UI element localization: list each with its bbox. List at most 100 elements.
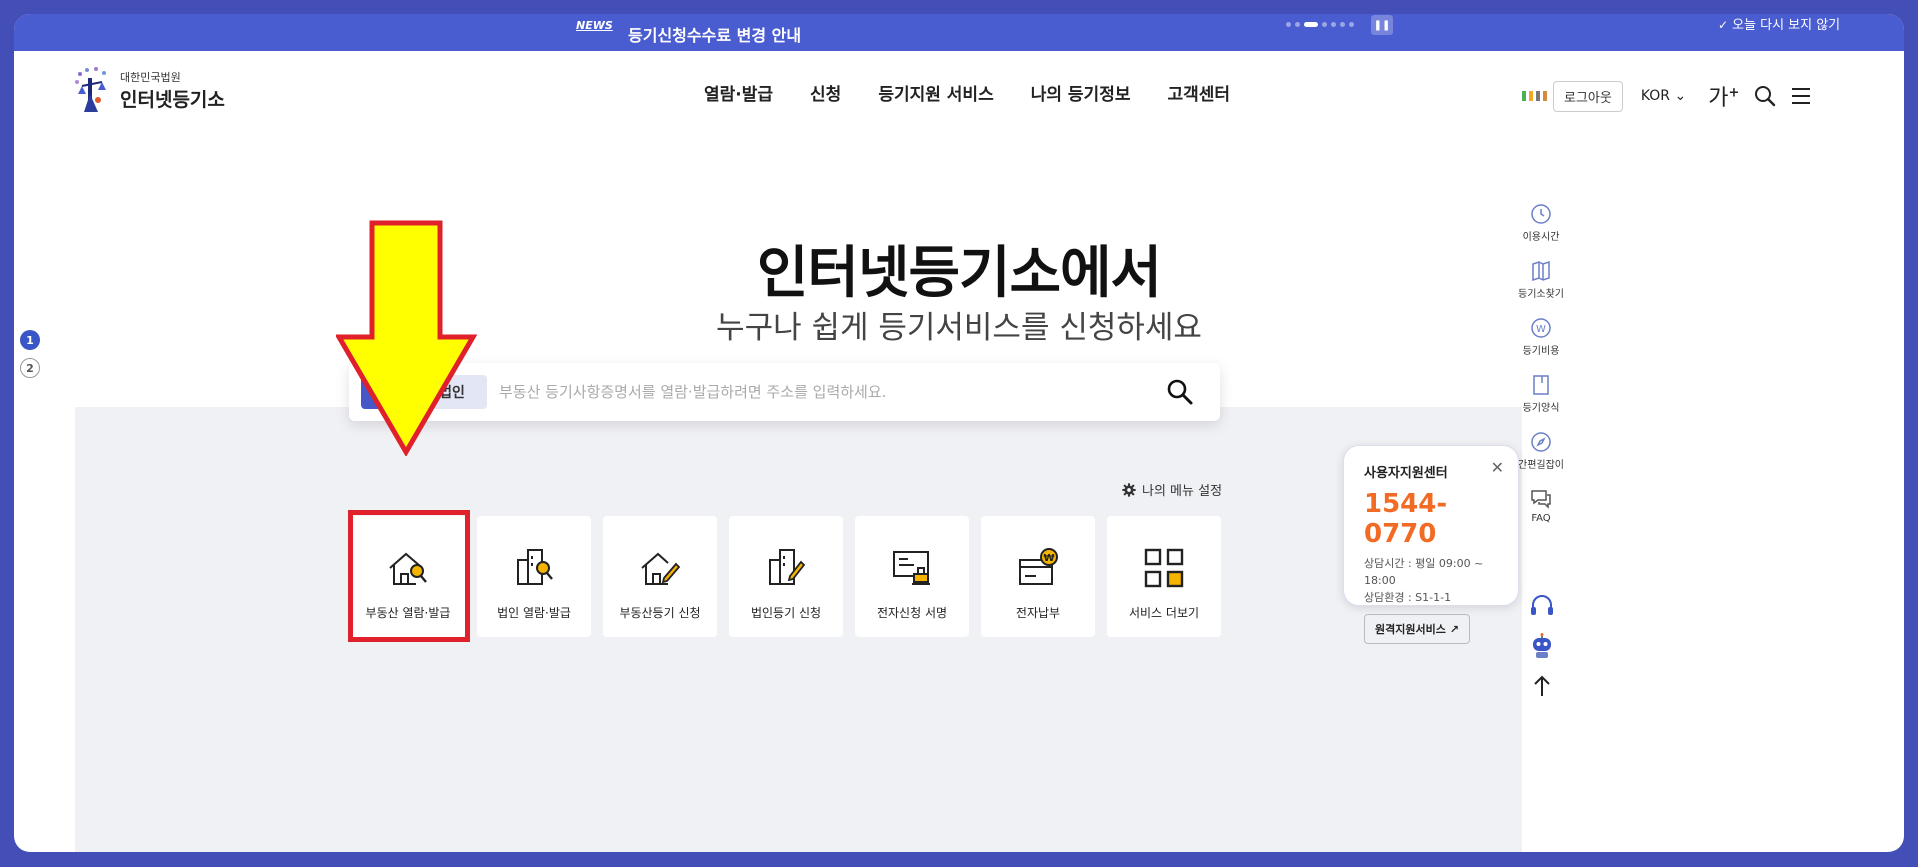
card-corporation-apply[interactable]: 법인등기 신청	[729, 516, 843, 637]
support-hours: 상담시간 : 평일 09:00 ~ 18:00	[1364, 557, 1484, 587]
close-today-button[interactable]: ✓ 오늘 다시 보지 않기	[1718, 14, 1840, 33]
language-label: KOR	[1640, 88, 1671, 104]
highlight-box	[348, 510, 470, 642]
support-env: 상담환경 : S1-1-1	[1364, 591, 1452, 604]
search-submit-icon[interactable]	[1165, 377, 1195, 407]
quick-item-guide[interactable]: 간편길잡이	[1518, 431, 1564, 471]
card-label: 전자신청 서명	[876, 606, 948, 620]
quick-menu: 이용시간 등기소찾기 W 등기비용 등기양식 간편길잡이 FAQ	[1513, 203, 1569, 524]
hamburger-menu-icon[interactable]	[1789, 84, 1813, 108]
news-pagination[interactable]	[1286, 22, 1354, 27]
quick-item-label: 이용시간	[1522, 232, 1560, 243]
building-search-icon	[517, 549, 553, 585]
section-pager: 1 2	[20, 330, 40, 378]
quick-item-label: 등기양식	[1522, 403, 1560, 414]
news-dot[interactable]	[1340, 22, 1345, 27]
site-logo[interactable]: 대한민국법원 인터넷등기소	[72, 64, 225, 116]
card-e-payment[interactable]: ₩ 전자납부	[981, 516, 1095, 637]
logo-text: 대한민국법원 인터넷등기소	[120, 69, 225, 112]
won-coin-icon: W	[1531, 318, 1551, 338]
quick-item-label: 간편길잡이	[1518, 460, 1564, 471]
building-pen-icon	[769, 549, 806, 585]
close-today-label: 오늘 다시 보지 않기	[1732, 18, 1841, 33]
quick-item-find-office[interactable]: 등기소찾기	[1518, 260, 1564, 300]
nav-item-my-info[interactable]: 나의 등기정보	[1031, 80, 1131, 105]
quick-item-label: 등기비용	[1522, 346, 1560, 357]
news-dot[interactable]	[1349, 22, 1354, 27]
news-dot[interactable]	[1322, 22, 1327, 27]
nav-item-support-service[interactable]: 등기지원 서비스	[878, 80, 993, 105]
language-select[interactable]: KOR ⌄	[1641, 88, 1686, 104]
card-corporation-view[interactable]: 법인 열람·발급	[477, 516, 591, 637]
chatbot-robot-icon[interactable]	[1528, 632, 1556, 660]
card-label: 법인 열람·발급	[497, 606, 571, 620]
search-icon[interactable]	[1753, 84, 1777, 108]
pause-button[interactable]: ❚❚	[1371, 15, 1393, 35]
news-dot[interactable]	[1295, 22, 1300, 27]
main-nav: 열람·발급 신청 등기지원 서비스 나의 등기정보 고객센터	[704, 80, 1230, 105]
font-size-plus: +	[1728, 85, 1740, 101]
card-label: 부동산등기 신청	[619, 606, 701, 620]
support-info: 상담시간 : 평일 09:00 ~ 18:00 상담환경 : S1-1-1	[1364, 555, 1498, 606]
scroll-top-icon[interactable]	[1528, 672, 1556, 700]
remote-support-button[interactable]: 원격지원서비스 ↗	[1364, 614, 1470, 644]
user-status-indicator	[1522, 91, 1547, 101]
won-payment-icon: ₩	[1019, 548, 1058, 585]
chevron-down-icon: ⌄	[1674, 88, 1687, 104]
remote-support-label: 원격지원서비스	[1375, 623, 1446, 636]
news-dot[interactable]	[1286, 22, 1291, 27]
map-book-icon	[1532, 260, 1550, 282]
card-e-sign[interactable]: 전자신청 서명	[855, 516, 969, 637]
pager-item-1[interactable]: 1	[20, 330, 40, 350]
svg-text:₩: ₩	[1043, 553, 1054, 564]
document-icon	[1533, 375, 1549, 395]
gear-icon	[1122, 482, 1136, 497]
hero-subtitle: 누구나 쉽게 등기서비스를 신청하세요	[716, 310, 1202, 346]
my-menu-settings-button[interactable]: 나의 메뉴 설정	[1122, 480, 1222, 499]
close-icon[interactable]: ✕	[1491, 458, 1504, 477]
search-box: 부동산 법인	[349, 363, 1220, 421]
quick-item-cost[interactable]: W 등기비용	[1522, 317, 1560, 357]
clock-icon	[1531, 204, 1551, 224]
external-link-icon: ↗	[1449, 623, 1459, 636]
news-dot-active[interactable]	[1304, 22, 1318, 27]
check-icon: ✓	[1718, 18, 1729, 32]
nav-item-customer-center[interactable]: 고객센터	[1167, 80, 1230, 105]
arrow-down-icon	[336, 220, 478, 456]
quick-item-forms[interactable]: 등기양식	[1522, 374, 1560, 414]
logo-subtitle: 대한민국법원	[120, 70, 181, 84]
address-search-input[interactable]	[499, 375, 1139, 409]
card-real-estate-apply[interactable]: 부동산등기 신청	[603, 516, 717, 637]
floating-icons	[1528, 592, 1556, 700]
quick-service-cards: 부동산 열람·발급 법인 열람·발급 부동산등기 신청 법인등기 신청 전자신청…	[351, 516, 1221, 637]
nav-item-apply[interactable]: 신청	[810, 80, 841, 105]
pager-item-2[interactable]: 2	[20, 358, 40, 378]
card-label: 법인등기 신청	[750, 606, 822, 620]
chat-icon	[1531, 490, 1551, 509]
font-size-label: 가	[1708, 86, 1729, 111]
quick-item-faq[interactable]: FAQ	[1530, 488, 1552, 524]
support-phone: 1544-0770	[1364, 489, 1448, 549]
compass-icon	[1531, 432, 1551, 452]
quick-item-label: 등기소찾기	[1518, 289, 1564, 300]
hero-title: 인터넷등기소에서	[756, 241, 1162, 306]
quick-item-label: FAQ	[1531, 513, 1551, 524]
court-logo-icon	[75, 67, 106, 112]
grid-more-icon	[1144, 548, 1184, 588]
nav-item-view-issue[interactable]: 열람·발급	[704, 80, 773, 105]
sign-document-icon	[893, 551, 930, 585]
support-title: 사용자지원센터	[1364, 466, 1448, 481]
support-center-popup: 사용자지원센터 ✕ 1544-0770 상담시간 : 평일 09:00 ~ 18…	[1343, 445, 1519, 644]
quick-item-hours[interactable]: 이용시간	[1522, 203, 1560, 243]
logout-button[interactable]: 로그아웃	[1553, 80, 1623, 112]
house-pen-icon	[641, 552, 681, 585]
card-label: 전자납부	[1015, 606, 1061, 620]
headset-icon[interactable]	[1528, 592, 1556, 620]
svg-text:W: W	[1536, 324, 1546, 335]
font-size-button[interactable]: 가+	[1708, 80, 1739, 112]
news-dot[interactable]	[1331, 22, 1336, 27]
logo-title: 인터넷등기소	[120, 88, 225, 111]
card-more-services[interactable]: 서비스 더보기	[1107, 516, 1221, 637]
header-utility: 로그아웃 KOR ⌄ 가+	[1522, 80, 1813, 112]
news-link[interactable]: 등기신청수수료 변경 안내	[628, 22, 801, 46]
